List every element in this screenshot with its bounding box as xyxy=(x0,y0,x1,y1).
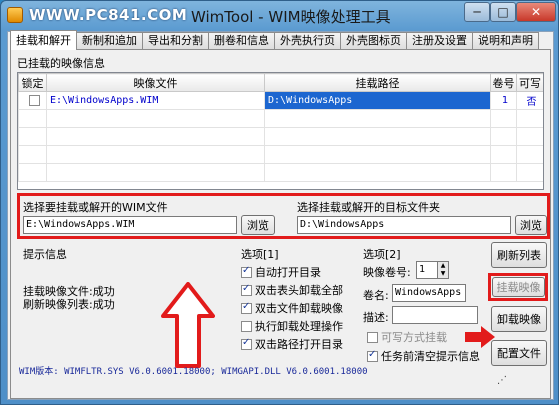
desc-label: 描述: xyxy=(363,311,389,324)
mount-path-cell[interactable]: D:\WindowsApps xyxy=(264,91,491,110)
auto-open-dir-text: 自动打开目录 xyxy=(255,266,321,279)
tab-help-about[interactable]: 说明和声明 xyxy=(472,32,539,50)
dblclick-header-text: 双击表头卸载全部 xyxy=(255,284,343,297)
column-header-mount-path[interactable]: 挂载路径 xyxy=(264,73,491,92)
tab-export-split[interactable]: 导出和分割 xyxy=(142,32,209,50)
column-header-volume[interactable]: 卷号 xyxy=(490,73,517,92)
volume-input[interactable]: 1 xyxy=(416,261,438,279)
spin-down-icon[interactable]: ▼ xyxy=(441,270,446,278)
refresh-list-button[interactable]: 刷新列表 xyxy=(491,242,547,268)
column-header-image-file[interactable]: 映像文件 xyxy=(46,73,265,92)
maximize-button[interactable]: □ xyxy=(490,2,516,22)
tab-shell-exec[interactable]: 外壳执行页 xyxy=(274,32,341,50)
writable-mount-text: 可写方式挂载 xyxy=(381,331,447,344)
volume-label: 映像卷号: xyxy=(363,266,411,279)
lock-checkbox[interactable] xyxy=(28,94,40,106)
mount-image-button[interactable]: 挂载映像 xyxy=(492,277,545,297)
tab-shell-icon[interactable]: 外壳图标页 xyxy=(340,32,407,50)
table-header-row: 锁定 映像文件 挂载路径 卷号 可写 xyxy=(18,73,543,92)
mounted-images-table[interactable]: 锁定 映像文件 挂载路径 卷号 可写 E:\WindowsApps.WIM D:… xyxy=(17,72,544,190)
column-header-locked[interactable]: 锁定 xyxy=(18,73,47,92)
config-file-button[interactable]: 配置文件 xyxy=(491,340,547,366)
table-row[interactable]: E:\WindowsApps.WIM D:\WindowsApps 1 否 xyxy=(18,91,543,110)
empty-row xyxy=(18,163,543,182)
tab-panel-mount: 已挂载的映像信息 锁定 映像文件 挂载路径 卷号 可写 E:\WindowsAp… xyxy=(10,49,551,399)
image-file-cell[interactable]: E:\WindowsApps.WIM xyxy=(46,91,265,110)
unmount-image-button[interactable]: 卸载映像 xyxy=(491,306,547,332)
dblclick-file-checkbox[interactable] xyxy=(241,301,252,314)
name-input[interactable]: WindowsApps xyxy=(392,284,466,302)
minimize-button[interactable]: ─ xyxy=(464,2,490,22)
clear-info-checkbox[interactable] xyxy=(367,349,378,362)
writable-cell[interactable]: 否 xyxy=(516,91,543,110)
title-bar[interactable]: WWW.PC841.COM WimTool - WIM映像处理工具 ─ □ ✕ xyxy=(1,1,558,31)
option-dblclick-path[interactable]: 双击路径打开目录 xyxy=(241,336,343,352)
spin-up-icon[interactable]: ▲ xyxy=(441,262,446,270)
target-folder-label: 选择挂载或解开的目标文件夹 xyxy=(297,201,440,214)
dblclick-file-text: 双击文件卸载映像 xyxy=(255,302,343,315)
column-header-writable[interactable]: 可写 xyxy=(516,73,543,92)
resize-grip-icon[interactable]: ⋰ xyxy=(497,375,507,386)
option-run-unmount[interactable]: 执行卸载处理操作 xyxy=(241,318,343,334)
tab-new-append[interactable]: 新制和追加 xyxy=(76,32,143,50)
app-window: WWW.PC841.COM WimTool - WIM映像处理工具 ─ □ ✕ … xyxy=(0,0,559,405)
dblclick-path-checkbox[interactable] xyxy=(241,337,252,350)
clear-info-text: 任务前清空提示信息 xyxy=(381,350,480,363)
tab-mount-extract[interactable]: 挂载和解开 xyxy=(10,30,77,50)
empty-row xyxy=(18,127,543,146)
arrow-up-icon xyxy=(161,282,215,368)
target-folder-input[interactable]: D:\WindowsApps xyxy=(297,216,511,234)
volume-cell[interactable]: 1 xyxy=(490,91,517,110)
empty-row xyxy=(18,145,543,164)
app-icon xyxy=(7,7,23,23)
run-unmount-checkbox[interactable] xyxy=(241,320,252,332)
window-title: WimTool - WIM映像处理工具 xyxy=(191,8,391,26)
auto-open-dir-checkbox[interactable] xyxy=(241,265,252,278)
run-unmount-text: 执行卸载处理操作 xyxy=(255,320,343,333)
option-dblclick-file[interactable]: 双击文件卸载映像 xyxy=(241,300,343,316)
status-wim-version: WIM版本: WIMFLTR.SYS V6.0.6001.18000; WIMG… xyxy=(19,367,368,377)
tab-delete-info[interactable]: 删卷和信息 xyxy=(208,32,275,50)
target-browse-button[interactable]: 浏览 xyxy=(515,215,547,235)
option-auto-open-dir[interactable]: 自动打开目录 xyxy=(241,264,321,280)
client-area: 挂载和解开 新制和追加 导出和分割 删卷和信息 外壳执行页 外壳图标页 注册及设… xyxy=(7,30,554,400)
writable-mount-checkbox[interactable] xyxy=(367,331,378,343)
tab-strip: 挂载和解开 新制和追加 导出和分割 删卷和信息 外壳执行页 外壳图标页 注册及设… xyxy=(10,30,539,50)
info-label: 提示信息 xyxy=(23,248,67,261)
empty-row xyxy=(18,109,543,128)
name-label: 卷名: xyxy=(363,289,389,302)
mounted-section-label: 已挂载的映像信息 xyxy=(17,57,105,70)
options1-label: 选项[1] xyxy=(241,248,279,261)
close-button[interactable]: ✕ xyxy=(516,2,556,22)
wim-browse-button[interactable]: 浏览 xyxy=(241,215,275,235)
tab-register-settings[interactable]: 注册及设置 xyxy=(406,32,473,50)
watermark-text: WWW.PC841.COM xyxy=(29,6,188,24)
option-dblclick-header[interactable]: 双击表头卸载全部 xyxy=(241,282,343,298)
wim-file-input[interactable]: E:\WindowsApps.WIM xyxy=(23,216,237,234)
info-line-2: 刷新映像列表:成功 xyxy=(23,298,115,311)
volume-spinner[interactable]: ▲ ▼ xyxy=(437,261,449,279)
wim-file-label: 选择要挂载或解开的WIM文件 xyxy=(23,201,168,214)
dblclick-path-text: 双击路径打开目录 xyxy=(255,338,343,351)
option-writable-mount[interactable]: 可写方式挂载 xyxy=(367,329,447,345)
dblclick-header-checkbox[interactable] xyxy=(241,283,252,296)
desc-input[interactable] xyxy=(392,306,478,324)
option-clear-info[interactable]: 任务前清空提示信息 xyxy=(367,348,480,364)
options2-label: 选项[2] xyxy=(363,248,401,261)
lock-cell[interactable] xyxy=(18,91,47,110)
